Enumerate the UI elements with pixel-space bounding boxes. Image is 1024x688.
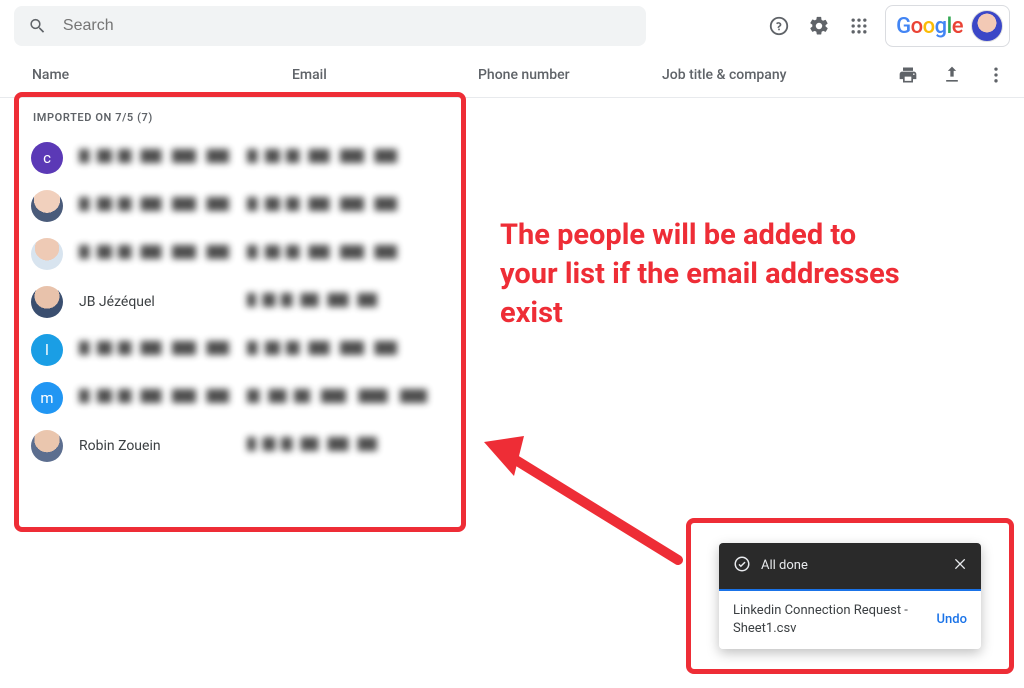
google-logo: Google xyxy=(896,14,963,39)
toast-panel-highlight: All done Linkedin Connection Request - S… xyxy=(686,518,1014,674)
column-job[interactable]: Job title & company xyxy=(662,67,894,83)
contact-email xyxy=(247,197,417,215)
annotation-text: The people will be added to your list if… xyxy=(500,216,900,333)
contact-name: Robin Zouein xyxy=(79,438,247,454)
contact-row[interactable]: c xyxy=(29,134,451,182)
contact-avatar: c xyxy=(31,142,63,174)
contact-email xyxy=(247,245,417,263)
contact-name xyxy=(79,197,247,215)
contact-row[interactable] xyxy=(29,182,451,230)
search-input[interactable] xyxy=(61,16,632,36)
contact-email xyxy=(247,293,417,311)
upload-toast: All done Linkedin Connection Request - S… xyxy=(719,543,981,649)
settings-gear-icon[interactable] xyxy=(799,6,839,46)
contact-row[interactable]: JB Jézéquel xyxy=(29,278,451,326)
contact-avatar: m xyxy=(31,382,63,414)
toast-title: All done xyxy=(761,558,808,573)
profile-avatar[interactable] xyxy=(971,10,1003,42)
help-icon[interactable] xyxy=(759,6,799,46)
contacts-list: c JB Jézéquel lm Robin Zouein xyxy=(29,134,451,470)
print-icon[interactable] xyxy=(894,61,922,89)
column-phone[interactable]: Phone number xyxy=(478,67,662,83)
contact-name xyxy=(79,245,247,263)
apps-grid-icon[interactable] xyxy=(839,6,879,46)
contact-row[interactable]: Robin Zouein xyxy=(29,422,451,470)
toast-file-name: Linkedin Connection Request - Sheet1.csv xyxy=(733,602,927,637)
search-field[interactable] xyxy=(14,6,646,46)
contact-avatar xyxy=(31,238,63,270)
search-icon xyxy=(28,16,47,36)
toast-header: All done xyxy=(719,543,981,591)
contact-avatar: l xyxy=(31,334,63,366)
contact-avatar xyxy=(31,286,63,318)
contact-name xyxy=(79,389,247,407)
contact-row[interactable] xyxy=(29,230,451,278)
contact-email xyxy=(247,437,417,455)
column-name[interactable]: Name xyxy=(32,67,292,83)
contact-name xyxy=(79,341,247,359)
annotation-arrow xyxy=(478,420,708,580)
check-circle-icon xyxy=(733,555,751,577)
contact-email xyxy=(247,389,417,407)
column-email[interactable]: Email xyxy=(292,67,478,83)
contact-email xyxy=(247,149,417,167)
toast-undo-link[interactable]: Undo xyxy=(937,611,967,629)
contact-name: JB Jézéquel xyxy=(79,294,247,310)
contact-row[interactable]: m xyxy=(29,374,451,422)
imported-on-label: IMPORTED ON 7/5 (7) xyxy=(33,111,451,124)
toast-close-icon[interactable] xyxy=(953,556,969,576)
contact-avatar xyxy=(31,430,63,462)
topbar: Google xyxy=(0,0,1024,52)
toast-body: Linkedin Connection Request - Sheet1.csv… xyxy=(719,591,981,649)
contact-email xyxy=(247,341,417,359)
contact-name xyxy=(79,149,247,167)
contacts-panel-highlight: IMPORTED ON 7/5 (7) c JB Jézéquel lm Robin … xyxy=(14,92,466,532)
export-icon[interactable] xyxy=(938,61,966,89)
google-account-chip[interactable]: Google xyxy=(885,5,1010,47)
more-vert-icon[interactable] xyxy=(982,61,1010,89)
contact-row[interactable]: l xyxy=(29,326,451,374)
contact-avatar xyxy=(31,190,63,222)
